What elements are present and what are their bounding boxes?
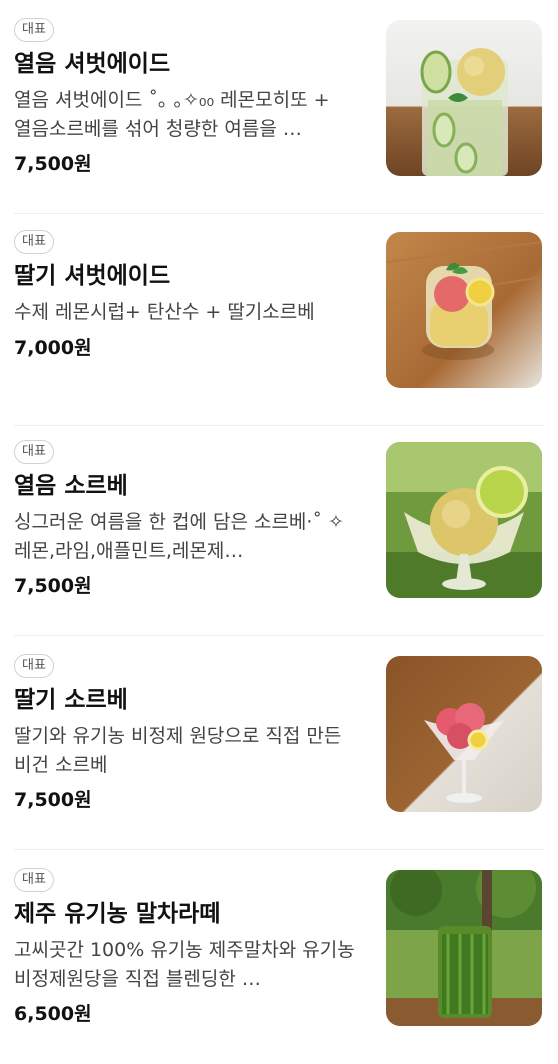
matcha-latte-photo (386, 870, 542, 1026)
sorbet-photo (386, 442, 542, 598)
menu-item[interactable]: 대표 딸기 셔벗에이드 수제 레몬시럽+ 탄산수 + 딸기소르베 7,000원 (0, 212, 558, 426)
menu-item-description: 열음 셔벗에이드 ˚｡ ｡✧₀₀ 레몬모히또 + 열음소르베를 섞어 청량한 여… (14, 89, 330, 140)
signature-badge: 대표 (14, 868, 54, 892)
menu-item-name: 제주 유기농 말차라떼 (14, 901, 221, 927)
menu-item-price: 6,500원 (14, 1003, 92, 1025)
sherbet-ade-photo (386, 20, 542, 176)
menu-item-photo[interactable] (386, 656, 542, 812)
menu-item-name: 열음 셔벗에이드 (14, 51, 171, 77)
menu-item-description: 고씨곳간 100% 유기농 제주말차와 유기농 비정제원당을 직접 블렌딩한 … (14, 939, 355, 990)
menu-item-description: 싱그러운 여름을 한 컵에 담은 소르베·˚ ✧ 레몬,라임,애플민트,레몬제… (14, 511, 344, 562)
menu-list: 대표 열음 셔벗에이드 열음 셔벗에이드 ˚｡ ｡✧₀₀ 레몬모히또 + 열음소… (0, 0, 558, 1043)
menu-item-price: 7,500원 (14, 789, 92, 811)
menu-item-name: 딸기 소르베 (14, 687, 128, 713)
menu-item[interactable]: 대표 딸기 소르베 딸기와 유기농 비정제 원당으로 직접 만든 비건 소르베 … (0, 636, 558, 850)
menu-item-price: 7,500원 (14, 575, 92, 597)
menu-item-name: 열음 소르베 (14, 473, 128, 499)
signature-badge: 대표 (14, 18, 54, 42)
signature-badge: 대표 (14, 440, 54, 464)
menu-item-price: 7,000원 (14, 337, 92, 359)
menu-item-name: 딸기 셔벗에이드 (14, 263, 171, 289)
menu-item-description: 딸기와 유기농 비정제 원당으로 직접 만든 비건 소르베 (14, 725, 342, 776)
menu-item[interactable]: 대표 열음 소르베 싱그러운 여름을 한 컵에 담은 소르베·˚ ✧ 레몬,라임… (0, 422, 558, 636)
menu-item-photo[interactable] (386, 232, 542, 388)
strawberry-sorbet-photo (386, 656, 542, 812)
menu-item-price: 7,500원 (14, 153, 92, 175)
signature-badge: 대표 (14, 230, 54, 254)
menu-item[interactable]: 대표 제주 유기농 말차라떼 고씨곳간 100% 유기농 제주말차와 유기농 비… (0, 850, 558, 1064)
menu-item-description: 수제 레몬시럽+ 탄산수 + 딸기소르베 (14, 301, 315, 323)
menu-item[interactable]: 대표 열음 셔벗에이드 열음 셔벗에이드 ˚｡ ｡✧₀₀ 레몬모히또 + 열음소… (0, 0, 558, 214)
menu-item-photo[interactable] (386, 870, 542, 1026)
menu-item-photo[interactable] (386, 20, 542, 176)
menu-item-photo[interactable] (386, 442, 542, 598)
signature-badge: 대표 (14, 654, 54, 678)
strawberry-sherbet-ade-photo (386, 232, 542, 388)
